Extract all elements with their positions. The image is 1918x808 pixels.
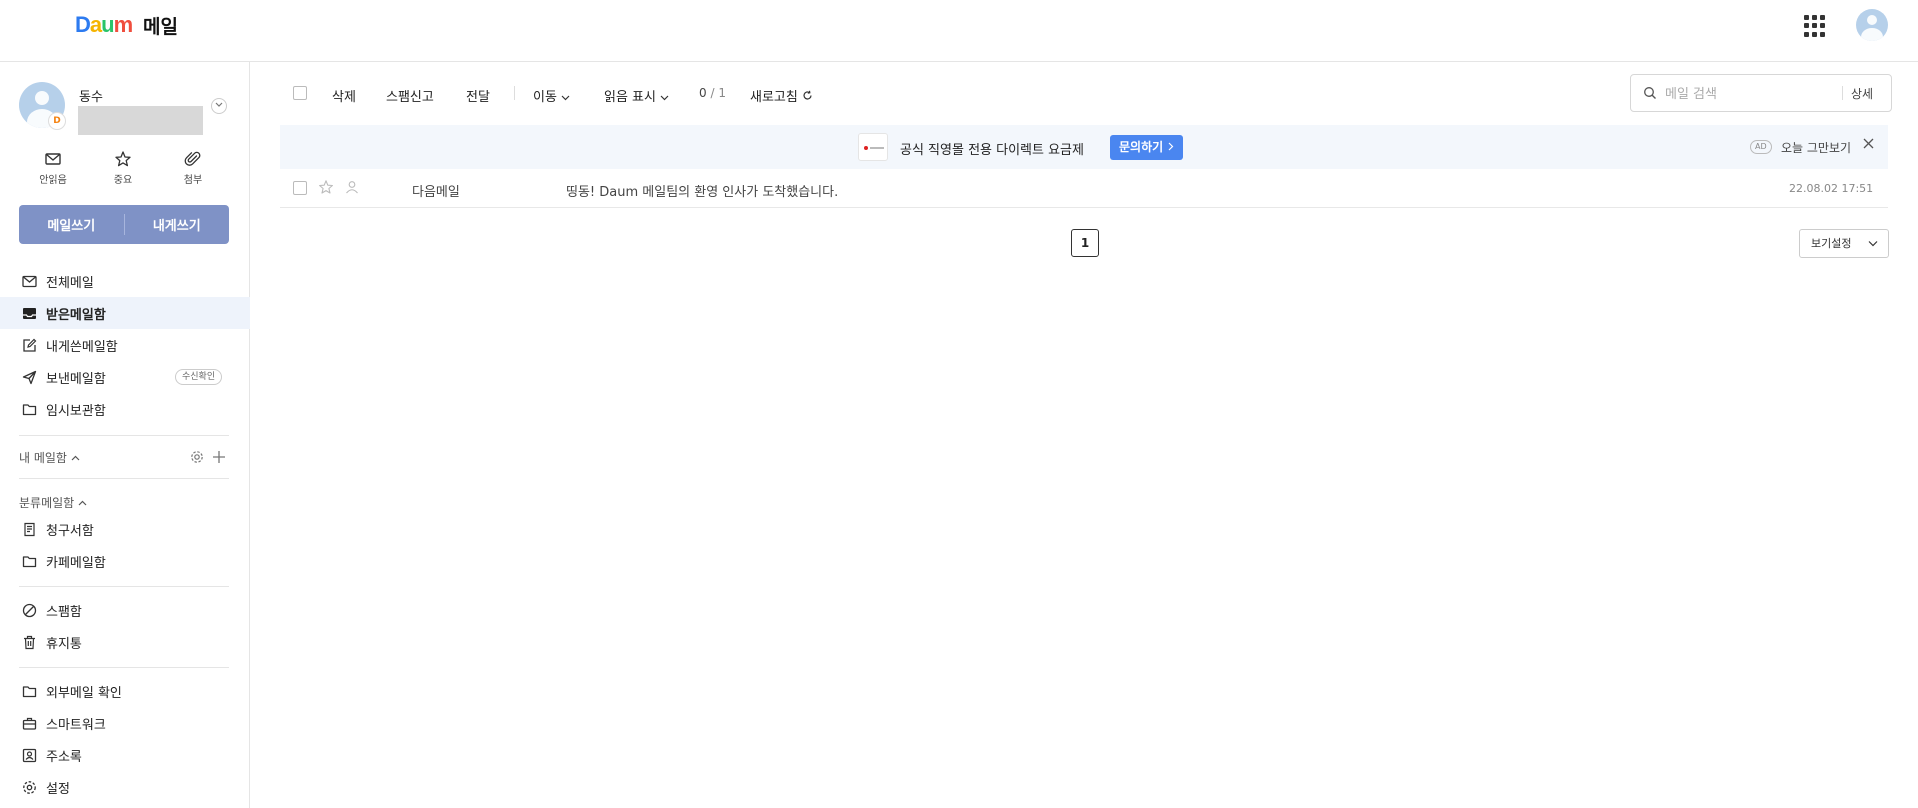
paperclip-icon — [184, 151, 201, 166]
close-icon[interactable] — [1862, 137, 1875, 150]
ad-badge: AD — [1750, 140, 1772, 154]
folder-icon — [22, 403, 37, 415]
ad-brand-logo[interactable] — [858, 133, 888, 161]
gear-icon[interactable] — [190, 450, 204, 464]
compose-icon — [23, 338, 37, 352]
ad-text[interactable]: 공식 직영몰 전용 다이렉트 요금제 — [900, 139, 1084, 158]
write-button-group: 메일쓰기 내게쓰기 — [19, 205, 229, 244]
refresh-button[interactable]: 새로고침 — [750, 86, 813, 105]
apps-grid-icon[interactable] — [1804, 15, 1826, 37]
search-icon — [1644, 87, 1656, 99]
write-to-self-button[interactable]: 내게쓰기 — [125, 205, 230, 244]
top-header: Daum 메일 — [0, 0, 1918, 62]
chevron-down-icon — [660, 95, 669, 101]
briefcase-icon — [22, 717, 37, 730]
mail-toolbar: 삭제 스팸신고 전달 이동 읽음 표시 0 / 1 새로고침 상세 — [250, 62, 1918, 122]
contacts-icon — [22, 748, 37, 762]
sidebar-item-all[interactable]: 전체메일 — [0, 265, 250, 297]
quick-unread[interactable]: 안읽음 — [28, 150, 78, 186]
folder-icon — [22, 555, 37, 567]
user-avatar[interactable] — [1856, 9, 1888, 41]
classified-mailbox-toggle[interactable]: 분류메일함 — [19, 494, 87, 511]
chevron-down-icon — [561, 95, 570, 101]
report-spam-button[interactable]: 스팸신고 — [386, 86, 434, 105]
sidebar-item-inbox[interactable]: 받은메일함 — [0, 297, 250, 329]
plus-icon[interactable] — [212, 450, 226, 464]
person-icon[interactable] — [344, 179, 360, 195]
star-icon[interactable] — [318, 179, 334, 195]
search-box: 상세 — [1630, 74, 1892, 112]
move-dropdown[interactable]: 이동 — [533, 86, 570, 105]
mail-list-row[interactable]: 다음메일 띵동! Daum 메일팀의 환영 인사가 도착했습니다. 22.08.… — [280, 170, 1888, 208]
chevron-up-icon — [71, 455, 80, 461]
ad-banner: 공식 직영몰 전용 다이렉트 요금제 문의하기 AD 오늘 그만보기 — [280, 125, 1888, 169]
view-settings-dropdown[interactable]: 보기설정 — [1799, 229, 1889, 258]
mail-date: 22.08.02 17:51 — [1789, 182, 1874, 195]
sidebar: D 동수 안읽음 중요 첨부 메일쓰기 내게쓰기 전체메일 받은메일함 내게쓴메… — [0, 62, 250, 808]
ad-inquiry-button[interactable]: 문의하기 — [1110, 135, 1184, 160]
mark-read-dropdown[interactable]: 읽음 표시 — [604, 86, 669, 105]
service-name[interactable]: 메일 — [143, 12, 178, 39]
ad-hide-today-button[interactable]: 오늘 그만보기 — [1781, 139, 1851, 156]
envelope-icon — [45, 153, 61, 165]
sidebar-item-drafts[interactable]: 임시보관함 — [0, 393, 250, 425]
delete-button[interactable]: 삭제 — [332, 86, 356, 105]
chevron-right-icon — [1168, 142, 1174, 151]
page-button-current[interactable]: 1 — [1071, 229, 1099, 257]
chevron-down-icon — [1868, 241, 1878, 247]
sidebar-item-sent[interactable]: 보낸메일함 수신확인 — [0, 361, 250, 393]
write-mail-button[interactable]: 메일쓰기 — [19, 205, 124, 244]
refresh-icon — [803, 90, 812, 100]
inbox-icon — [23, 307, 36, 319]
profile-name: 동수 — [79, 90, 103, 105]
profile-email-redacted — [78, 106, 203, 135]
daum-badge-icon: D — [48, 112, 66, 130]
chevron-down-icon — [215, 102, 223, 107]
quick-attachment[interactable]: 첨부 — [168, 150, 218, 186]
mail-count: 0 / 1 — [699, 86, 726, 100]
mail-row-checkbox[interactable] — [293, 181, 307, 195]
chevron-up-icon — [78, 500, 87, 506]
folder-icon — [22, 685, 37, 697]
detail-search-button[interactable]: 상세 — [1851, 85, 1873, 102]
sidebar-item-bills[interactable]: 청구서함 — [0, 513, 250, 545]
my-mailbox-toggle[interactable]: 내 메일함 — [19, 449, 80, 466]
mail-subject[interactable]: 띵동! Daum 메일팀의 환영 인사가 도착했습니다. — [566, 181, 838, 200]
read-receipt-badge[interactable]: 수신확인 — [175, 369, 223, 385]
select-all-checkbox[interactable] — [293, 86, 307, 100]
sidebar-item-spam[interactable]: 스팸함 — [0, 594, 250, 626]
profile-expand-button[interactable] — [211, 98, 227, 114]
block-icon — [22, 603, 37, 617]
sidebar-item-to-me[interactable]: 내게쓴메일함 — [0, 329, 250, 361]
sidebar-item-external[interactable]: 외부메일 확인 — [0, 675, 250, 707]
send-icon — [22, 370, 37, 384]
sidebar-item-settings[interactable]: 설정 — [0, 771, 250, 803]
gear-icon — [23, 780, 36, 794]
search-input[interactable] — [1665, 84, 1835, 104]
sidebar-item-smartwork[interactable]: 스마트워크 — [0, 707, 250, 739]
daum-logo[interactable]: Daum — [75, 12, 133, 38]
receipt-icon — [24, 522, 35, 536]
star-icon — [115, 151, 131, 167]
envelope-icon — [22, 275, 37, 287]
sidebar-item-contacts[interactable]: 주소록 — [0, 739, 250, 771]
sidebar-item-cafe[interactable]: 카페메일함 — [0, 545, 250, 577]
mail-sender[interactable]: 다음메일 — [412, 181, 460, 200]
trash-icon — [24, 635, 35, 649]
mail-app: Daum 메일 D 동수 안읽음 중요 첨부 메일쓰기 내게쓰기 전체메일 받은… — [0, 0, 1918, 808]
quick-starred[interactable]: 중요 — [98, 150, 148, 186]
forward-button[interactable]: 전달 — [466, 86, 490, 105]
sidebar-item-trash[interactable]: 휴지통 — [0, 626, 250, 658]
